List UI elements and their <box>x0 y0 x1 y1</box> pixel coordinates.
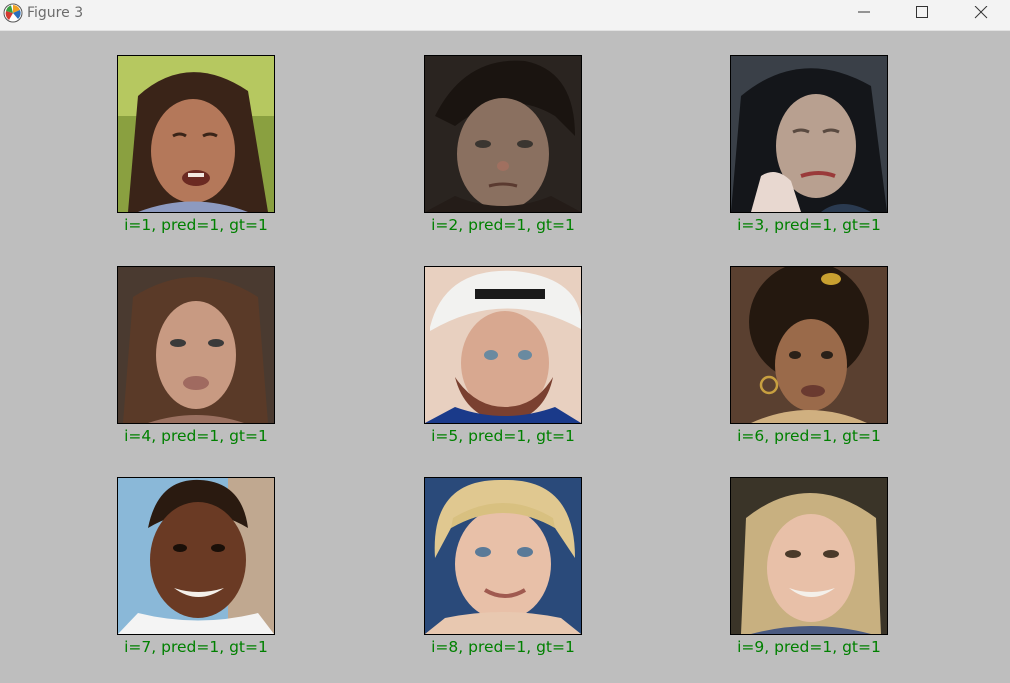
close-button[interactable] <box>952 0 1010 30</box>
face-image-9 <box>730 477 888 635</box>
window-title: Figure 3 <box>27 5 84 21</box>
subplot-caption: i=5, pred=1, gt=1 <box>431 427 575 445</box>
subplot-caption: i=9, pred=1, gt=1 <box>737 638 881 656</box>
subplot-caption: i=1, pred=1, gt=1 <box>124 216 268 234</box>
subplot-caption: i=2, pred=1, gt=1 <box>431 216 575 234</box>
subplot-caption: i=4, pred=1, gt=1 <box>124 427 268 445</box>
figure-window: Figure 3 i=1, pred=1, gt=1 i=2, pred=1, … <box>0 0 1010 683</box>
title-bar[interactable]: Figure 3 <box>0 0 1010 31</box>
close-icon <box>974 6 988 19</box>
face-image-1 <box>117 55 275 213</box>
face-image-7 <box>117 477 275 635</box>
face-image-3 <box>730 55 888 213</box>
maximize-icon <box>916 6 928 18</box>
face-image-4 <box>117 266 275 424</box>
matplotlib-icon <box>3 3 23 23</box>
subplot-caption: i=3, pred=1, gt=1 <box>737 216 881 234</box>
face-image-8 <box>424 477 582 635</box>
subplot-caption: i=6, pred=1, gt=1 <box>737 427 881 445</box>
minimize-button[interactable] <box>835 0 893 30</box>
face-image-5 <box>424 266 582 424</box>
subplot-caption: i=8, pred=1, gt=1 <box>431 638 575 656</box>
subplot-caption: i=7, pred=1, gt=1 <box>124 638 268 656</box>
maximize-button[interactable] <box>893 0 951 30</box>
face-image-2 <box>424 55 582 213</box>
face-image-6 <box>730 266 888 424</box>
minimize-icon <box>858 11 870 13</box>
